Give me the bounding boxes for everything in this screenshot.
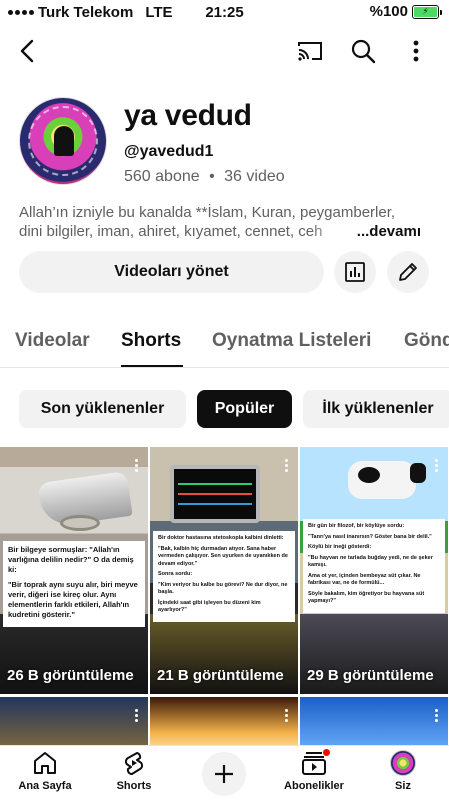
caption-line: "Bak, kalbin hiç durmadan atıyor. Sana h… (158, 545, 288, 567)
create-button[interactable] (202, 752, 246, 796)
plus-icon (215, 765, 233, 783)
short-more-button[interactable] (435, 459, 438, 472)
bar-chart-icon (345, 262, 365, 282)
caption-line: "Tanrı'ya nasıl inanırsın? Göster bana b… (308, 533, 432, 540)
nav-subscriptions[interactable]: Abonelikler (269, 748, 359, 792)
notification-dot (322, 748, 331, 757)
video-count: 36 video (224, 168, 285, 185)
nav-shorts[interactable]: Shorts (89, 750, 179, 792)
short-view-count: 29 B görüntüleme (307, 667, 434, 684)
short-more-button[interactable] (435, 709, 438, 722)
nav-you[interactable]: Siz (358, 750, 448, 792)
caption-line: "Kim veriyor bu kalbe bu görevi? Ne dur … (158, 581, 288, 596)
short-tile[interactable] (0, 697, 148, 747)
channel-tabs: Videolar Shorts Oynatma Listeleri Gönd (0, 318, 449, 368)
cast-button[interactable] (295, 36, 325, 66)
channel-handle: @yavedud1 (124, 143, 214, 160)
tab-shorts[interactable]: Shorts (121, 330, 181, 352)
tab-videos[interactable]: Videolar (15, 330, 90, 352)
description-line: Allah’ın izniyle bu kanalda **İslam, Kur… (19, 204, 396, 221)
description-fade (309, 222, 349, 241)
caption-line: Bir doktor hastasına stetoskopla kalbini… (158, 535, 284, 541)
filter-chips: Son yüklenenler Popüler İlk yüklenenler (0, 390, 449, 428)
caption-line: İçindeki saat gibi işleyen bu düzeni kim… (158, 599, 261, 614)
channel-description[interactable]: Allah’ın izniyle bu kanalda **İslam, Kur… (19, 203, 439, 241)
pencil-icon (399, 263, 417, 281)
active-tab-indicator (121, 365, 183, 367)
battery-icon: ⚡ (412, 4, 442, 19)
short-tile[interactable] (150, 697, 298, 747)
short-tile[interactable]: Bir gün bir filozof, bir köylüye sordu: … (300, 447, 448, 694)
caption-line: "Bu hayvan ne tarlada buğday yedi, ne de… (308, 554, 433, 569)
stats-separator: • (209, 168, 215, 185)
channel-stats: 560 abone • 36 video (124, 168, 285, 186)
chip-oldest[interactable]: İlk yüklenenler (303, 390, 449, 428)
status-bar: Turk Telekom LTE 21:25 %100 ⚡ (0, 0, 449, 26)
short-more-button[interactable] (135, 709, 138, 722)
avatar (390, 750, 416, 776)
search-button[interactable] (348, 36, 378, 66)
shorts-grid: Bir bilgeye sormuşlar: "Allah'ın varlığı… (0, 447, 449, 747)
analytics-button[interactable] (334, 251, 376, 293)
top-app-bar (0, 32, 449, 70)
battery-info: %100 ⚡ (369, 3, 442, 20)
nav-label: Ana Sayfa (18, 780, 72, 792)
caption-line: Köylü bir ineği gösterdi: (308, 544, 372, 550)
manage-videos-button[interactable]: Videoları yönet (19, 251, 324, 293)
description-text: dini bilgiler, iman, ahiret, kıyamet, ce… (19, 223, 323, 240)
cast-icon (298, 42, 322, 61)
short-view-count: 26 B görüntüleme (7, 667, 134, 684)
short-view-count: 21 B görüntüleme (157, 667, 284, 684)
channel-avatar[interactable] (19, 97, 107, 185)
home-icon (34, 752, 56, 774)
tab-playlists[interactable]: Oynatma Listeleri (212, 330, 371, 352)
tab-posts[interactable]: Gönd (404, 330, 449, 352)
nav-label: Abonelikler (284, 780, 344, 792)
caption-line: Sonra sordu: (158, 571, 193, 577)
short-tile[interactable] (300, 697, 448, 747)
caption-line: Ama ot yer, içinden bembeyaz süt çıkar. … (308, 572, 421, 587)
battery-percent: %100 (369, 3, 408, 20)
short-more-button[interactable] (135, 459, 138, 472)
short-more-button[interactable] (285, 709, 288, 722)
chip-recent[interactable]: Son yüklenenler (19, 390, 186, 428)
edit-channel-button[interactable] (387, 251, 429, 293)
channel-name: ya vedud (124, 99, 252, 132)
battery-level: ⚡ (414, 6, 437, 17)
chip-popular[interactable]: Popüler (197, 390, 292, 428)
caption-line: Söyle bakalım, kim öğretiyor bu hayvana … (308, 590, 425, 605)
thumbnail-monitor (170, 465, 260, 523)
shorts-icon (124, 752, 144, 775)
short-more-button[interactable] (285, 459, 288, 472)
subscriber-count: 560 abone (124, 168, 200, 185)
caption-line: Bir gün bir filozof, bir köylüye sordu: (308, 523, 405, 529)
avatar-figure (54, 126, 74, 156)
nav-label: Siz (395, 780, 411, 792)
back-button[interactable] (13, 36, 43, 66)
more-vertical-icon (413, 40, 419, 62)
description-more-link[interactable]: ...devamı (352, 222, 421, 241)
nav-home[interactable]: Ana Sayfa (0, 750, 90, 792)
bottom-navigation: Ana Sayfa Shorts Abonelikler Siz (0, 745, 449, 800)
thumbnail-faucet-spout (60, 515, 100, 531)
caption-line: "Bir toprak aynı suyu alır, biri meyve v… (8, 580, 138, 619)
search-icon (351, 39, 376, 64)
thumbnail-cow (348, 461, 426, 499)
thumbnail-caption: Bir gün bir filozof, bir köylüye sordu: … (303, 519, 445, 613)
short-tile[interactable]: Bir bilgeye sormuşlar: "Allah'ın varlığı… (0, 447, 148, 694)
thumbnail-caption: Bir bilgeye sormuşlar: "Allah'ın varlığı… (3, 541, 145, 627)
short-tile[interactable]: Bir doktor hastasına stetoskopla kalbini… (150, 447, 298, 694)
description-line: dini bilgiler, iman, ahiret, kıyamet, ce… (19, 222, 439, 241)
caption-line: Bir bilgeye sormuşlar: "Allah'ın varlığı… (8, 545, 134, 574)
chevron-left-icon (20, 39, 34, 63)
nav-label: Shorts (116, 780, 152, 792)
more-button[interactable] (401, 36, 431, 66)
thumbnail-caption: Bir doktor hastasına stetoskopla kalbini… (153, 531, 295, 622)
subscriptions-icon-wrap (301, 748, 331, 776)
